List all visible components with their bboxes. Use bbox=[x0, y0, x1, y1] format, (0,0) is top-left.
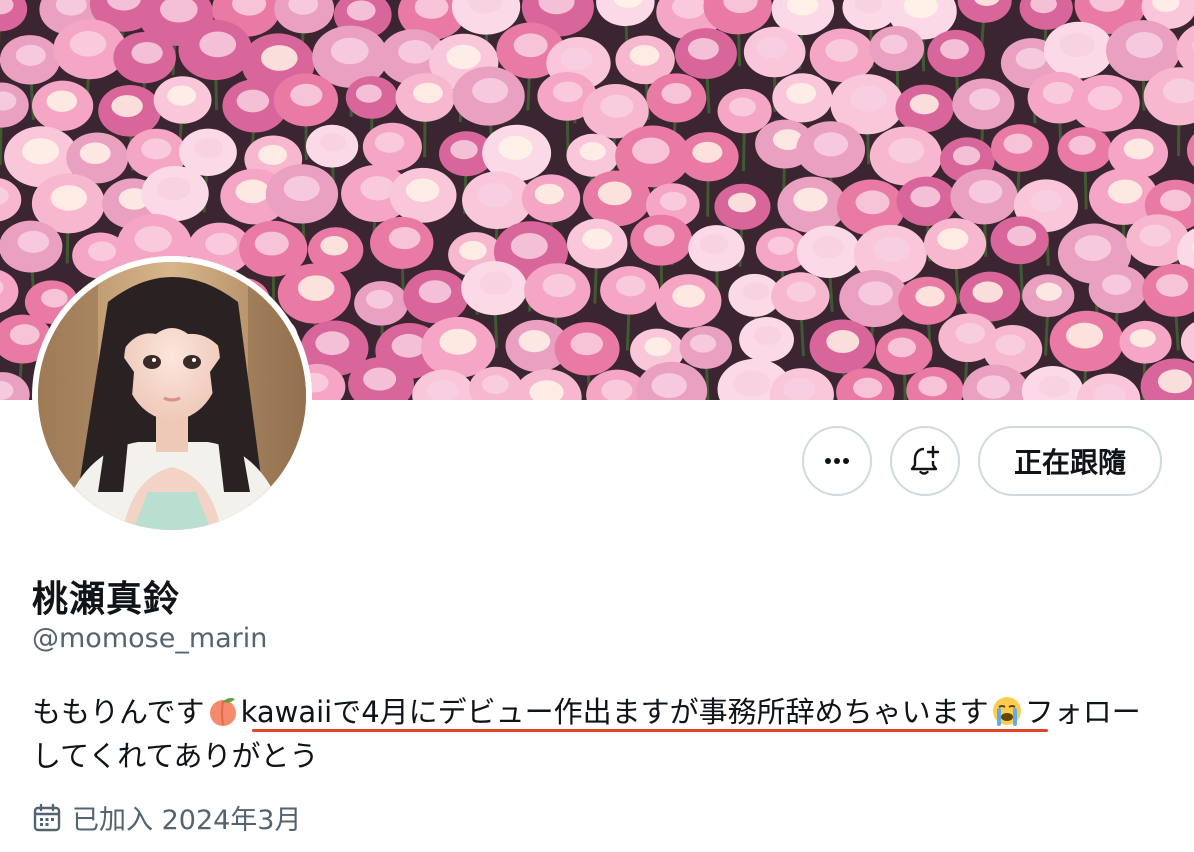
following-button[interactable]: 正在跟隨 bbox=[977, 426, 1162, 496]
more-horizontal-icon bbox=[824, 458, 849, 464]
join-date-text: 已加入 2024年3月 bbox=[72, 805, 302, 836]
loudly-crying-emoji bbox=[992, 697, 1021, 726]
notify-button[interactable] bbox=[889, 426, 960, 496]
calendar-icon bbox=[33, 803, 61, 831]
avatar[interactable] bbox=[32, 256, 312, 536]
display-name: 桃瀬真鈴 bbox=[32, 579, 181, 620]
more-button[interactable] bbox=[801, 426, 872, 496]
bio-text-2: kawaiiで4月にデビュー作出ますが事務所辞めちゃいます bbox=[240, 695, 989, 729]
bio-text-1: ももりんです bbox=[32, 695, 205, 729]
bell-plus-icon bbox=[910, 445, 940, 475]
avatar-portrait-image bbox=[38, 262, 306, 530]
bio: ももりんです kawaiiで4月にデビュー作出ますが事務所辞めちゃいます フォロ… bbox=[32, 690, 1142, 778]
profile-actions: 正在跟隨 bbox=[801, 426, 1162, 496]
peach-emoji bbox=[209, 698, 236, 726]
avatar-photo bbox=[38, 262, 306, 530]
join-date: 已加入 2024年3月 bbox=[32, 798, 301, 837]
annotation-underline bbox=[252, 729, 1048, 732]
user-handle: @momose_marin bbox=[32, 623, 268, 654]
